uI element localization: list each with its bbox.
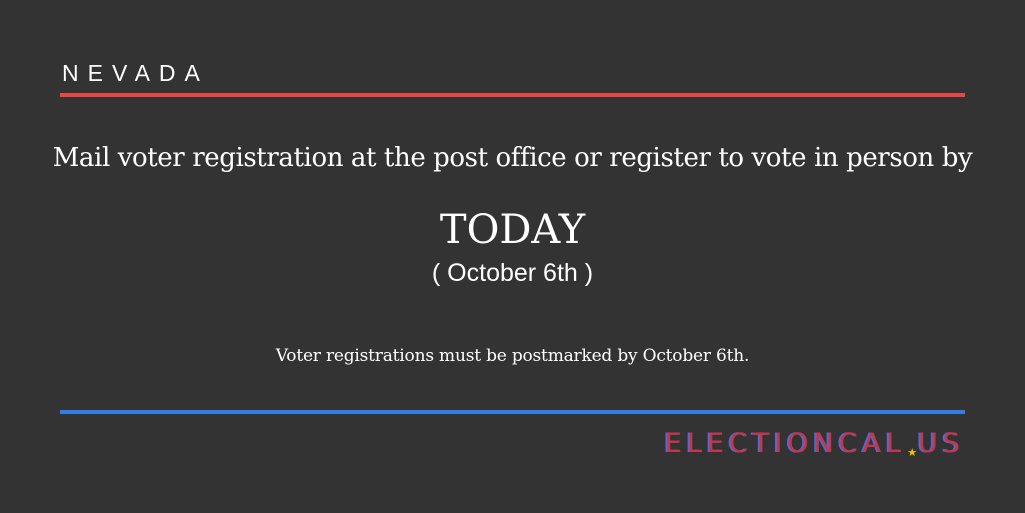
brand-tld: US	[918, 428, 965, 459]
postmark-note: Voter registrations must be postmarked b…	[275, 346, 750, 366]
brand-name: ELECTIONCAL	[664, 428, 907, 459]
brand-logo: ELECTIONCAL★US	[665, 426, 965, 471]
voter-deadline-card: NEVADA Mail voter registration at the po…	[0, 0, 1025, 513]
star-icon: ★	[907, 446, 918, 459]
state-title: NEVADA	[62, 60, 209, 86]
bottom-divider	[60, 410, 965, 414]
intro-text: Mail voter registration at the post offi…	[52, 143, 973, 173]
deadline-date: ( October 6th )	[431, 259, 594, 287]
deadline-label: TODAY	[439, 207, 586, 253]
top-divider	[60, 93, 965, 97]
